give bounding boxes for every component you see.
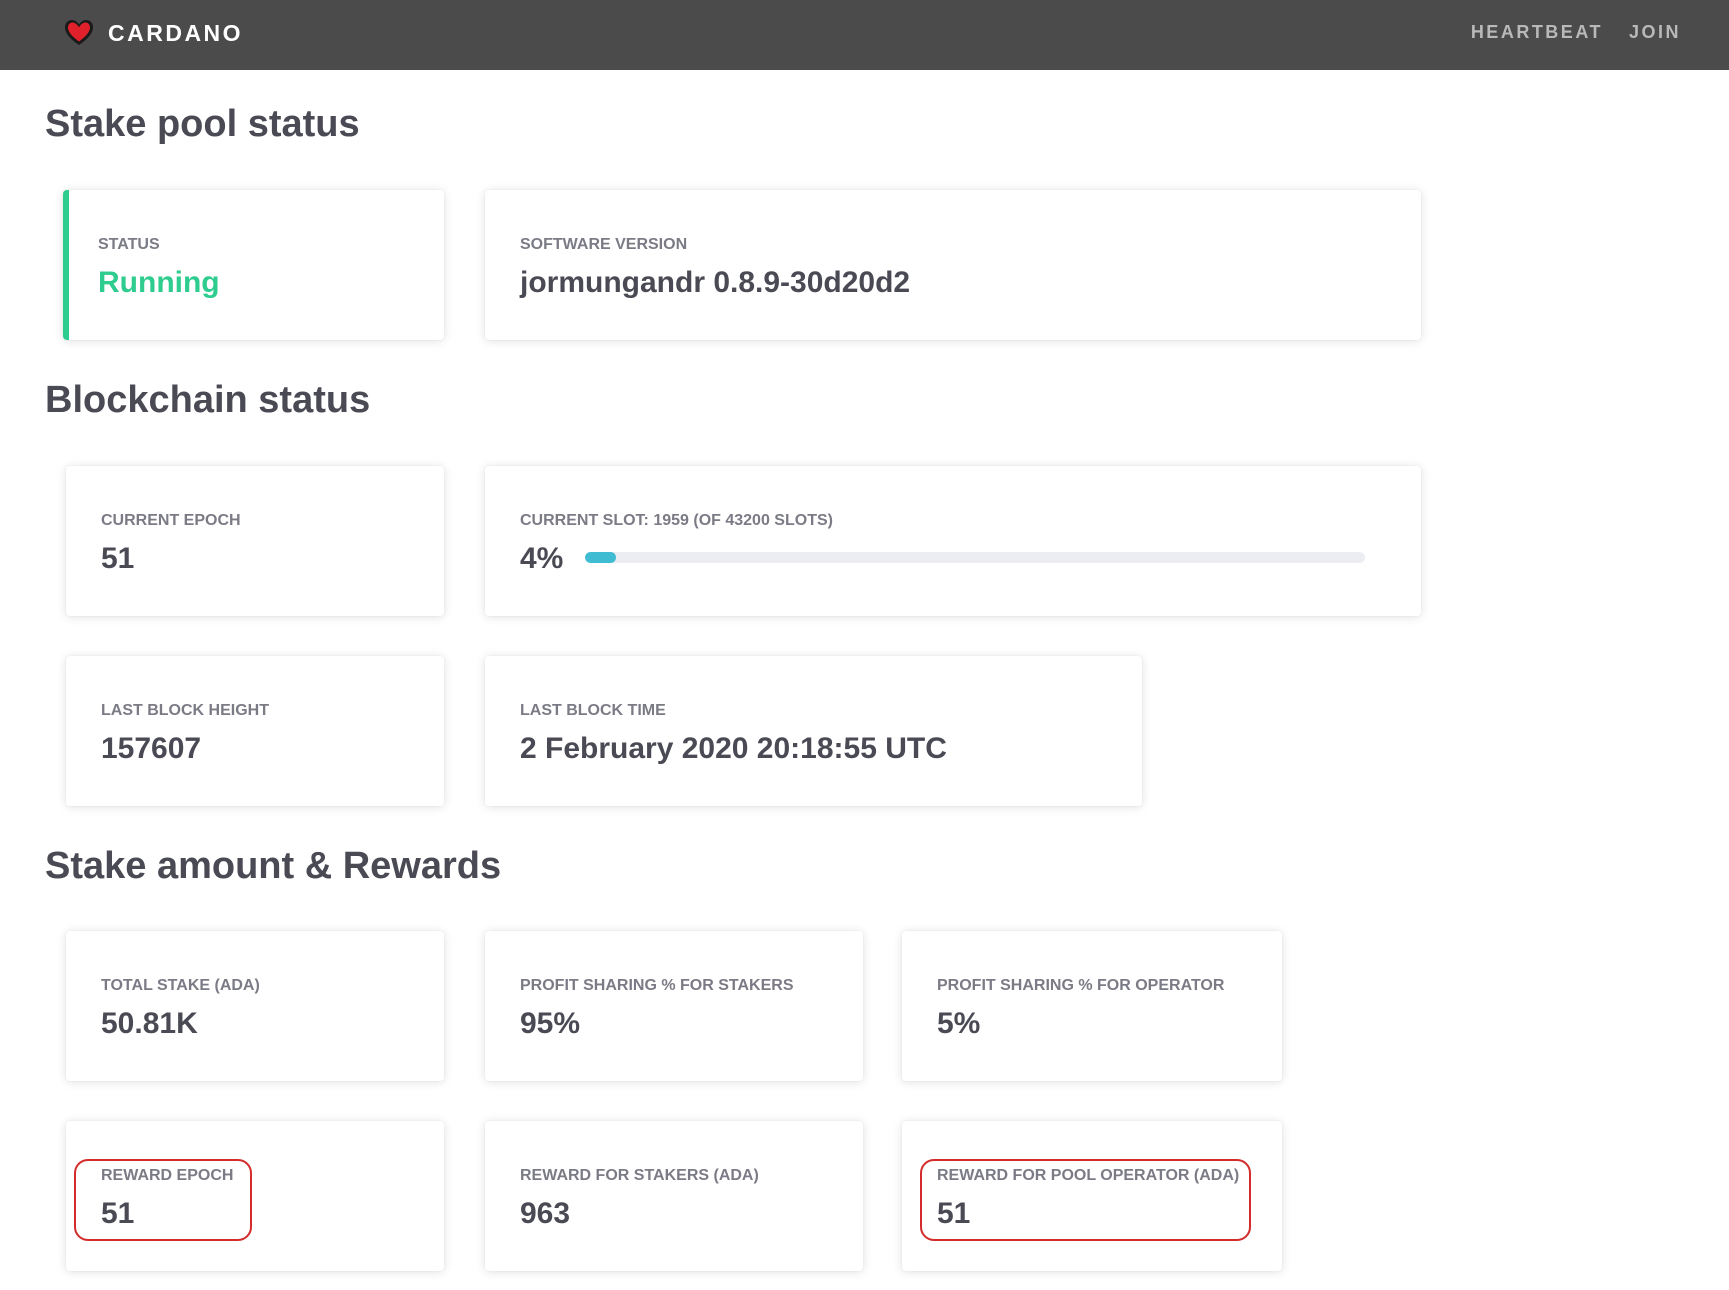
last-block-height-label: LAST BLOCK HEIGHT — [101, 702, 269, 719]
brand[interactable]: CARDANO — [64, 19, 243, 47]
software-version-label: SOFTWARE VERSION — [520, 236, 688, 253]
slot-progress-fill — [585, 552, 617, 563]
total-stake-label: TOTAL STAKE (ADA) — [101, 977, 260, 994]
reward-stakers-label: REWARD FOR STAKERS (ADA) — [520, 1167, 759, 1184]
profit-sharing-stakers-label: PROFIT SHARING % FOR STAKERS — [520, 977, 794, 994]
current-slot-percent: 4% — [520, 542, 564, 575]
current-epoch-label: CURRENT EPOCH — [101, 512, 241, 529]
slot-progress-bar — [585, 552, 1365, 563]
current-epoch-value: 51 — [101, 542, 135, 575]
last-block-time-label: LAST BLOCK TIME — [520, 702, 666, 719]
profit-sharing-operator-label: PROFIT SHARING % FOR OPERATOR — [937, 977, 1225, 994]
profit-sharing-operator-value: 5% — [937, 1007, 981, 1040]
brand-name: CARDANO — [108, 19, 244, 46]
total-stake-card: TOTAL STAKE (ADA) 50.81K — [66, 931, 444, 1081]
current-slot-label: CURRENT SLOT: 1959 (OF 43200 SLOTS) — [520, 512, 833, 529]
software-version-card: SOFTWARE VERSION jormungandr 0.8.9-30d20… — [485, 190, 1421, 340]
status-label: STATUS — [98, 236, 160, 253]
nav-join[interactable]: JOIN — [1629, 22, 1681, 43]
current-slot-card: CURRENT SLOT: 1959 (OF 43200 SLOTS) 4% — [485, 466, 1421, 616]
last-block-time-value: 2 February 2020 20:18:55 UTC — [520, 732, 947, 765]
reward-operator-card: REWARD FOR POOL OPERATOR (ADA) 51 — [902, 1121, 1282, 1271]
stake-pool-status-heading: Stake pool status — [45, 103, 360, 145]
current-epoch-card: CURRENT EPOCH 51 — [66, 466, 444, 616]
last-block-height-card: LAST BLOCK HEIGHT 157607 — [66, 656, 444, 806]
nav-links: HEARTBEAT JOIN — [1471, 22, 1681, 43]
top-navbar: CARDANO HEARTBEAT JOIN — [0, 0, 1729, 70]
software-version-value: jormungandr 0.8.9-30d20d2 — [520, 266, 911, 299]
reward-operator-value: 51 — [937, 1197, 971, 1230]
status-value: Running — [98, 266, 220, 299]
profit-sharing-stakers-value: 95% — [520, 1007, 581, 1040]
heart-icon — [64, 19, 94, 47]
nav-heartbeat[interactable]: HEARTBEAT — [1471, 22, 1603, 43]
reward-operator-label: REWARD FOR POOL OPERATOR (ADA) — [937, 1167, 1240, 1184]
reward-stakers-card: REWARD FOR STAKERS (ADA) 963 — [485, 1121, 863, 1271]
stake-rewards-heading: Stake amount & Rewards — [45, 845, 502, 887]
total-stake-value: 50.81K — [101, 1007, 198, 1040]
status-card: STATUS Running — [63, 190, 444, 340]
blockchain-status-heading: Blockchain status — [45, 379, 371, 421]
reward-epoch-card: REWARD EPOCH 51 — [66, 1121, 444, 1271]
profit-sharing-operator-card: PROFIT SHARING % FOR OPERATOR 5% — [902, 931, 1282, 1081]
profit-sharing-stakers-card: PROFIT SHARING % FOR STAKERS 95% — [485, 931, 863, 1081]
reward-stakers-value: 963 — [520, 1197, 571, 1230]
last-block-height-value: 157607 — [101, 732, 202, 765]
last-block-time-card: LAST BLOCK TIME 2 February 2020 20:18:55… — [485, 656, 1142, 806]
reward-epoch-label: REWARD EPOCH — [101, 1167, 234, 1184]
reward-epoch-value: 51 — [101, 1197, 135, 1230]
